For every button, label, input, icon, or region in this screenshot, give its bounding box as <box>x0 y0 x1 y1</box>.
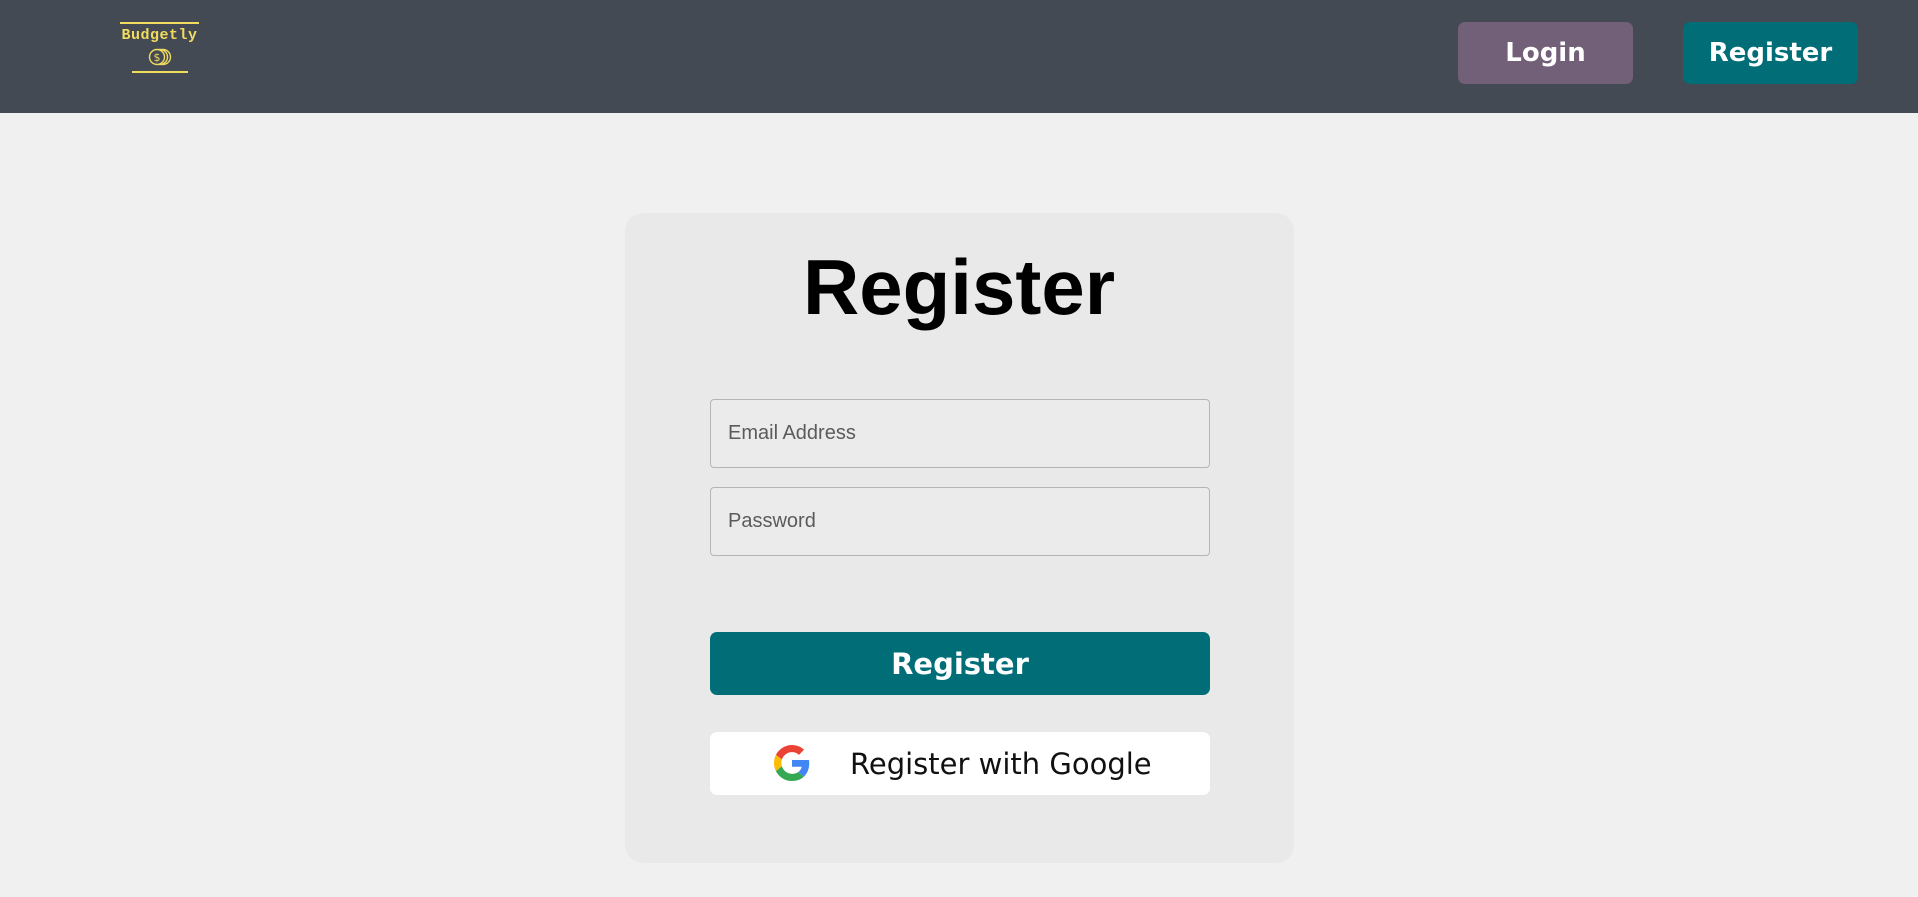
logo-text: Budgetly <box>121 27 198 44</box>
nav-register-button[interactable]: Register <box>1683 22 1858 84</box>
login-button[interactable]: Login <box>1458 22 1633 84</box>
register-submit-button[interactable]: Register <box>710 632 1210 695</box>
google-button-label: Register with Google <box>850 747 1152 781</box>
google-icon <box>774 745 810 781</box>
navbar: Budgetly $ Login Register <box>0 0 1918 113</box>
register-with-google-button[interactable]: Register with Google <box>710 732 1210 795</box>
coins-icon: $ <box>148 48 171 66</box>
logo-divider-bottom <box>131 71 188 73</box>
page-title: Register <box>802 243 1116 331</box>
brand-logo[interactable]: Budgetly $ <box>117 22 202 73</box>
svg-text:$: $ <box>153 51 160 64</box>
logo-divider-top <box>120 22 199 24</box>
email-input[interactable] <box>710 399 1210 468</box>
password-input[interactable] <box>710 487 1210 556</box>
